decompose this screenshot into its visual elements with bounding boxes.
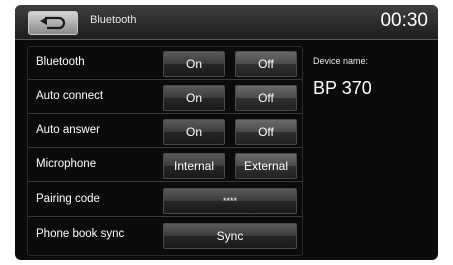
top-bar: Bluetooth 00:30 (15, 5, 438, 40)
device-name-value: BP 370 (313, 78, 372, 98)
settings-panel: Bluetooth On Off Auto connect On Off Aut… (27, 46, 303, 256)
bluetooth-on-button[interactable]: On (163, 51, 225, 77)
bluetooth-off-button[interactable]: Off (235, 51, 297, 77)
auto-answer-off-button[interactable]: Off (235, 119, 297, 145)
setting-label: Auto connect (36, 90, 104, 102)
sync-button[interactable]: Sync (163, 223, 297, 249)
clock: 00:30 (380, 10, 428, 31)
page-title: Bluetooth (90, 14, 137, 26)
microphone-internal-button[interactable]: Internal (163, 153, 225, 179)
setting-row-phone-book-sync: Phone book sync Sync (28, 219, 302, 251)
setting-label: Phone book sync (36, 228, 125, 240)
device-name-label: Device name: (313, 56, 369, 66)
microphone-external-button[interactable]: External (235, 153, 297, 179)
setting-label: Bluetooth (36, 56, 85, 68)
setting-row-auto-connect: Auto connect On Off (28, 81, 302, 114)
auto-connect-off-button[interactable]: Off (235, 85, 297, 111)
setting-row-auto-answer: Auto answer On Off (28, 115, 302, 148)
auto-connect-on-button[interactable]: On (163, 85, 225, 111)
setting-label: Auto answer (36, 124, 100, 136)
back-button[interactable] (28, 11, 78, 35)
setting-label: Microphone (36, 158, 97, 170)
auto-answer-on-button[interactable]: On (163, 119, 225, 145)
back-arrow-icon (40, 16, 66, 30)
pairing-code-button[interactable]: **** (163, 188, 297, 214)
setting-row-microphone: Microphone Internal External (28, 149, 302, 182)
setting-row-pairing-code: Pairing code **** (28, 184, 302, 217)
bluetooth-settings-screen: Bluetooth 00:30 Bluetooth On Off Auto co… (15, 5, 438, 260)
setting-label: Pairing code (36, 193, 100, 205)
setting-row-bluetooth: Bluetooth On Off (28, 47, 302, 80)
